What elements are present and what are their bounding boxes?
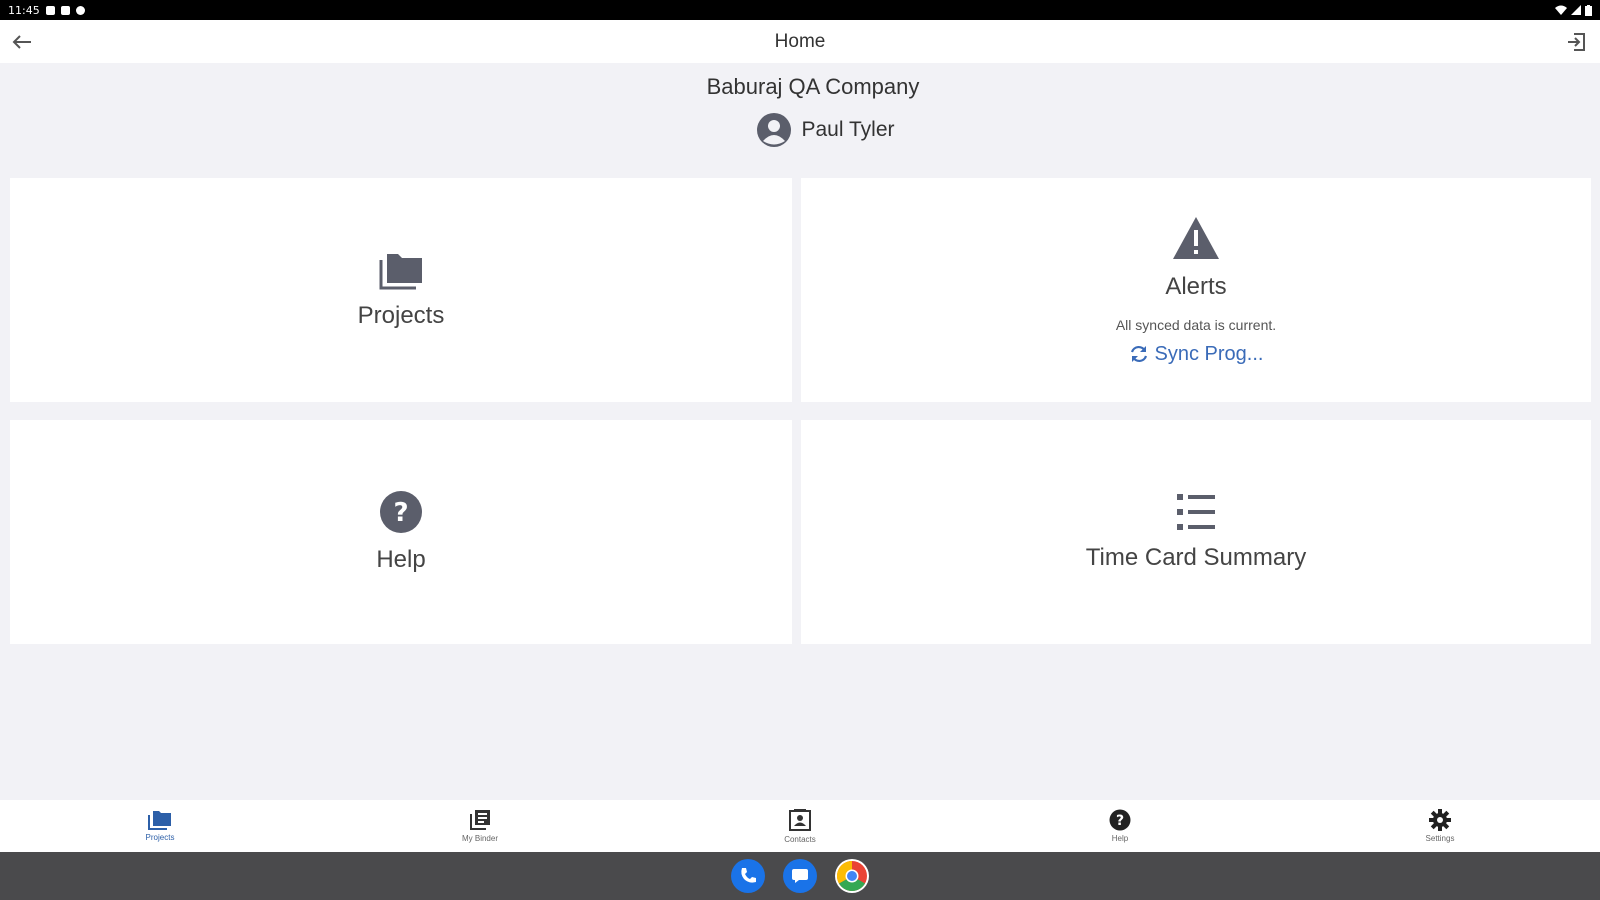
user-info: Paul Tyler [0, 112, 1600, 148]
signal-icon [1571, 5, 1581, 15]
tab-help[interactable]: ? Help [960, 800, 1280, 852]
battery-icon [1585, 4, 1592, 16]
tab-projects[interactable]: Projects [0, 800, 320, 852]
gear-icon [1429, 809, 1451, 831]
tab-contacts[interactable]: Contacts [640, 800, 960, 852]
alerts-tile[interactable]: Alerts All synced data is current. Sync … [801, 178, 1591, 402]
tab-help-label: Help [1111, 834, 1129, 843]
sync-progress-label: Sync Prog... [1154, 342, 1264, 365]
company-name: Baburaj QA Company [706, 74, 920, 99]
app-bar: Home [0, 20, 1600, 63]
tab-settings-label: Settings [1425, 834, 1455, 843]
time-card-summary-tile[interactable]: Time Card Summary [801, 420, 1591, 644]
notification-icon [45, 5, 55, 15]
page-title: Home [774, 30, 826, 52]
help-icon: ? [1109, 809, 1131, 831]
tab-settings[interactable]: Settings [1280, 800, 1600, 852]
svg-text:?: ? [1116, 813, 1124, 829]
arrow-left-icon [12, 35, 31, 49]
projects-label: Projects [357, 302, 445, 329]
system-dock [0, 852, 1600, 900]
messages-app-button[interactable] [783, 859, 817, 893]
sync-status-text: All synced data is current. [1115, 316, 1277, 333]
help-icon: ? [380, 491, 422, 533]
sync-progress-link[interactable]: Sync Prog... [1129, 342, 1264, 366]
svg-text:?: ? [393, 498, 408, 528]
sync-icon [1130, 345, 1147, 363]
wifi-icon [1555, 5, 1567, 15]
user-avatar-icon [756, 113, 791, 147]
message-icon [792, 869, 808, 883]
folder-icon [148, 811, 171, 830]
alerts-label: Alerts [1165, 272, 1227, 300]
chrome-icon [836, 861, 867, 892]
list-icon [1177, 494, 1215, 530]
back-button[interactable] [8, 28, 36, 56]
user-name: Paul Tyler [801, 118, 895, 141]
binder-icon [470, 810, 490, 830]
phone-icon [741, 868, 756, 883]
tab-contacts-label: Contacts [784, 835, 816, 844]
status-time: 11:45 [8, 3, 40, 17]
status-bar: 11:45 [0, 0, 1600, 20]
tab-my-binder-label: My Binder [461, 834, 498, 843]
help-label: Help [376, 546, 426, 573]
chrome-app-button[interactable] [835, 859, 869, 893]
help-tile[interactable]: ? Help [10, 420, 792, 644]
tab-projects-label: Projects [145, 833, 175, 842]
projects-tile[interactable]: Projects [10, 178, 792, 402]
bottom-tab-bar: Projects My Binder Contacts ? Help Setti… [0, 800, 1600, 852]
projects-folder-icon [379, 254, 422, 290]
warning-icon [1173, 216, 1219, 259]
time-card-summary-label: Time Card Summary [1085, 544, 1307, 571]
phone-app-button[interactable] [731, 859, 765, 893]
logout-button[interactable] [1562, 28, 1590, 56]
sd-card-icon [60, 5, 70, 15]
sync-status-icon [75, 5, 85, 15]
tab-my-binder[interactable]: My Binder [320, 800, 640, 852]
logout-icon [1568, 33, 1585, 51]
contacts-icon [789, 809, 811, 831]
